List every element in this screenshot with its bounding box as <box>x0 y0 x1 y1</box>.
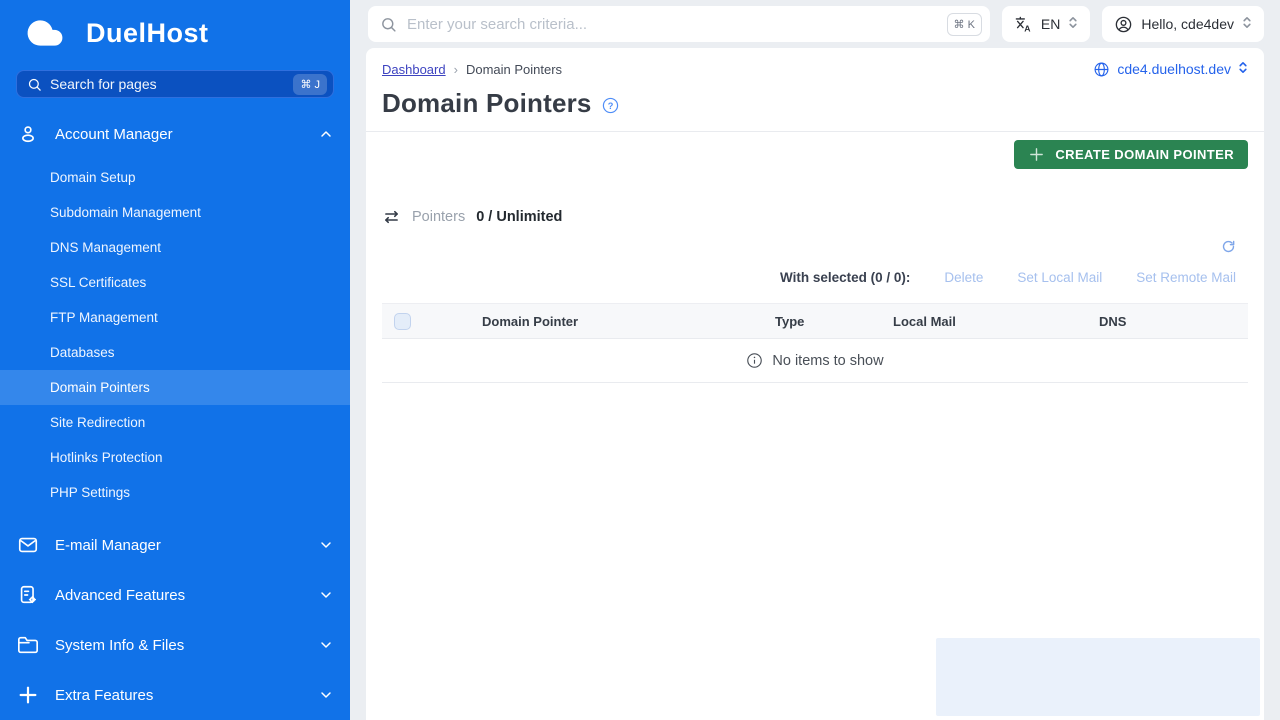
sidebar-item-domain-setup[interactable]: Domain Setup <box>0 160 350 195</box>
usage-label: Pointers <box>412 209 466 225</box>
search-icon <box>28 78 41 91</box>
folder-icon <box>16 633 40 657</box>
sidebar-search[interactable]: ⌘ J <box>16 70 334 98</box>
sidebar-search-input[interactable] <box>50 76 286 92</box>
col-type: Type <box>775 313 805 329</box>
user-icon <box>16 122 40 146</box>
chevron-up-icon <box>318 126 334 142</box>
sidebar-section-email-manager[interactable]: E-mail Manager <box>0 520 350 570</box>
sidebar-section-account-manager[interactable]: Account Manager <box>0 116 350 152</box>
cloud-logo-icon <box>27 20 63 46</box>
mail-icon <box>16 533 40 557</box>
sidebar: DuelHost ⌘ J Account Manager Domain Setu… <box>0 0 350 720</box>
sidebar-item-site-redirection[interactable]: Site Redirection <box>0 405 350 440</box>
watermark-panel <box>936 638 1260 716</box>
global-search[interactable]: ⌘ K <box>368 6 990 42</box>
col-local-mail: Local Mail <box>893 313 956 329</box>
caret-updown-icon <box>1242 15 1252 33</box>
content-card: Dashboard › Domain Pointers cde4.duelhos… <box>366 48 1264 720</box>
refresh-icon[interactable] <box>1221 239 1236 254</box>
plus-icon <box>16 683 40 707</box>
breadcrumb-separator: › <box>453 61 458 77</box>
search-icon <box>382 17 396 32</box>
logo-text: DuelHost <box>86 17 209 48</box>
create-button-label: CREATE DOMAIN POINTER <box>1055 147 1234 162</box>
user-greeting: Hello, cde4dev <box>1141 16 1234 32</box>
swap-arrows-icon <box>385 210 398 224</box>
sidebar-section-label: E-mail Manager <box>55 536 161 554</box>
breadcrumb: Dashboard › Domain Pointers <box>382 62 562 77</box>
with-selected-label: With selected (0 / 0): <box>779 270 911 285</box>
sidebar-nav: Account Manager Domain Setup Subdomain M… <box>0 116 350 720</box>
sidebar-section-label: System Info & Files <box>55 636 185 654</box>
domain-selector-value: cde4.duelhost.dev <box>1117 61 1231 77</box>
set-remote-mail-action[interactable]: Set Remote Mail <box>1136 270 1236 285</box>
svg-text:?: ? <box>607 101 613 111</box>
svg-text:A: A <box>1024 23 1031 33</box>
usage-row: Pointers 0 / Unlimited <box>382 209 1248 225</box>
title-divider <box>366 131 1264 132</box>
document-gear-icon <box>16 583 40 607</box>
info-icon <box>747 353 763 368</box>
global-search-shortcut: ⌘ K <box>946 12 982 36</box>
sidebar-search-shortcut: ⌘ J <box>293 73 327 95</box>
select-all-checkbox[interactable] <box>394 312 411 330</box>
sidebar-item-dns-management[interactable]: DNS Management <box>0 230 350 265</box>
user-menu[interactable]: Hello, cde4dev <box>1102 6 1264 42</box>
bulk-actions-row: With selected (0 / 0): Delete Set Local … <box>382 270 1248 285</box>
refresh-row <box>382 239 1248 254</box>
page-title: Domain Pointers <box>382 88 592 118</box>
set-local-mail-action[interactable]: Set Local Mail <box>1017 270 1102 285</box>
plus-icon <box>1030 148 1044 161</box>
caret-updown-icon <box>1068 15 1078 33</box>
translate-icon: A <box>1015 16 1031 33</box>
delete-action[interactable]: Delete <box>944 270 983 285</box>
caret-updown-icon <box>1238 60 1248 78</box>
help-icon[interactable]: ? <box>602 97 619 114</box>
sidebar-item-php-settings[interactable]: PHP Settings <box>0 475 350 510</box>
usage-value: 0 / Unlimited <box>476 209 563 225</box>
user-circle-icon <box>1116 16 1132 32</box>
breadcrumb-row: Dashboard › Domain Pointers cde4.duelhos… <box>382 60 1248 78</box>
sidebar-section-advanced-features[interactable]: Advanced Features <box>0 570 350 620</box>
global-search-input[interactable] <box>407 15 937 33</box>
main-area: ⌘ K A EN Hello, cde4dev Dashboard › Doma… <box>350 0 1280 720</box>
chevron-down-icon <box>318 687 334 703</box>
col-domain-pointer: Domain Pointer <box>482 313 579 329</box>
domain-selector[interactable]: cde4.duelhost.dev <box>1093 60 1248 78</box>
create-button-row: CREATE DOMAIN POINTER <box>382 140 1248 169</box>
breadcrumb-dashboard-link[interactable]: Dashboard <box>382 62 446 77</box>
sidebar-item-subdomain-management[interactable]: Subdomain Management <box>0 195 350 230</box>
chevron-down-icon <box>318 537 334 553</box>
select-all-cell <box>382 312 482 330</box>
breadcrumb-current: Domain Pointers <box>465 61 563 77</box>
col-dns: DNS <box>1099 313 1127 329</box>
sidebar-section-label: Account Manager <box>55 125 173 143</box>
account-manager-items: Domain Setup Subdomain Management DNS Ma… <box>0 160 350 510</box>
sidebar-section-extra-features[interactable]: Extra Features <box>0 670 350 720</box>
sidebar-item-ftp-management[interactable]: FTP Management <box>0 300 350 335</box>
title-row: Domain Pointers ? <box>382 88 1248 119</box>
logo[interactable]: DuelHost <box>0 0 350 56</box>
chevron-down-icon <box>318 587 334 603</box>
sidebar-section-system-info-files[interactable]: System Info & Files <box>0 620 350 670</box>
sidebar-section-label: Advanced Features <box>55 586 186 604</box>
globe-icon <box>1094 62 1109 76</box>
empty-state-row: No items to show <box>382 339 1248 383</box>
sidebar-item-hotlinks-protection[interactable]: Hotlinks Protection <box>0 440 350 475</box>
sidebar-section-label: Extra Features <box>55 686 154 704</box>
empty-state-message: No items to show <box>772 352 884 369</box>
language-selector[interactable]: A EN <box>1001 6 1091 42</box>
sidebar-item-databases[interactable]: Databases <box>0 335 350 370</box>
create-domain-pointer-button[interactable]: CREATE DOMAIN POINTER <box>1014 140 1248 169</box>
chevron-down-icon <box>318 637 334 653</box>
sidebar-item-domain-pointers[interactable]: Domain Pointers <box>0 370 350 405</box>
sidebar-item-ssl-certificates[interactable]: SSL Certificates <box>0 265 350 300</box>
language-label: EN <box>1040 16 1061 32</box>
topbar: ⌘ K A EN Hello, cde4dev <box>350 0 1280 48</box>
table-header-row: Domain Pointer Type Local Mail DNS <box>382 303 1248 339</box>
pointers-table: Domain Pointer Type Local Mail DNS No it… <box>382 303 1248 383</box>
